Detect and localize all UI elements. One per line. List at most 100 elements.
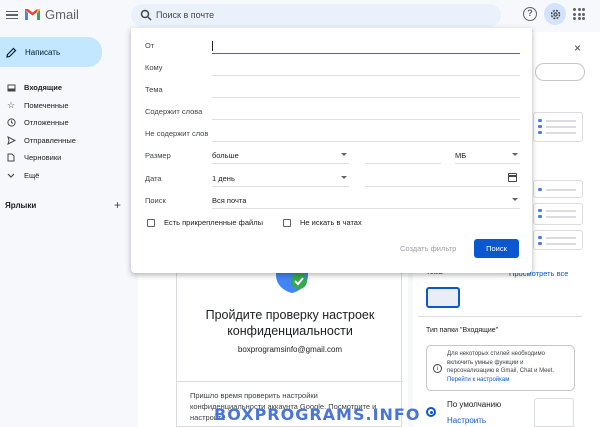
date-range-select[interactable]: 1 день — [212, 171, 349, 187]
subject-input[interactable] — [212, 97, 520, 98]
search-in-select[interactable]: Вся почта — [212, 193, 520, 209]
search-bar[interactable]: Поиск в почте — [131, 4, 501, 27]
size-unit-select[interactable]: МБ — [455, 148, 520, 164]
send-icon — [6, 135, 16, 145]
gmail-logo[interactable]: Gmail — [24, 7, 79, 22]
info-icon: i — [433, 364, 442, 373]
search-placeholder[interactable]: Поиск в почте — [156, 10, 214, 20]
inbox-type-label: Тип папки "Входящие" — [426, 327, 499, 334]
add-label-button[interactable]: + — [114, 198, 121, 212]
close-icon[interactable]: × — [574, 41, 581, 55]
sidebar-item-snoozed[interactable]: Отложенные — [0, 114, 130, 132]
size-value-input[interactable] — [365, 148, 441, 164]
to-input[interactable] — [212, 75, 520, 76]
subject-row: Тема — [145, 82, 520, 98]
inbox-default-label: По умолчанию — [447, 400, 502, 409]
date-input[interactable] — [365, 171, 520, 187]
exclude-chats-option[interactable]: Не искать в чатах — [282, 218, 362, 227]
divider — [418, 316, 582, 317]
watermark: BOXPROGRAMS.INFO — [214, 405, 421, 424]
density-thumbnail-comfortable[interactable] — [533, 180, 583, 198]
size-operator-value: больше — [212, 151, 239, 160]
density-thumbnail-default[interactable] — [533, 112, 583, 142]
has-attachment-label: Есть прикрепленные файлы — [164, 218, 263, 227]
sidebar-item-label: Ещё — [24, 170, 40, 180]
dropdown-arrow-icon — [341, 153, 347, 156]
has-words-row: Содержит слова — [145, 104, 520, 120]
checkbox-row: Есть прикрепленные файлы Не искать в чат… — [147, 218, 376, 227]
configure-link[interactable]: Настроить — [447, 416, 486, 425]
subject-label: Тема — [145, 85, 163, 94]
gmail-m-icon — [25, 9, 40, 20]
from-row: От — [145, 38, 520, 54]
inbox-default-thumbnail[interactable] — [534, 398, 574, 427]
exclude-chats-label: Не искать в чатах — [299, 218, 362, 227]
logo-text: Gmail — [45, 7, 79, 22]
sidebar-item-more[interactable]: Ещё — [0, 167, 130, 185]
size-operator-select[interactable]: больше — [212, 148, 349, 164]
labels-heading: Ярлыки — [5, 200, 37, 210]
dropdown-arrow-icon — [341, 176, 347, 179]
size-unit-value: МБ — [455, 151, 467, 160]
privacy-title-line2: конфиденциальности — [227, 324, 353, 338]
sidebar-item-sent[interactable]: Отправленные — [0, 132, 130, 150]
sidebar-item-inbox[interactable]: Входящие — [0, 79, 130, 97]
sidebar-nav: Входящие ☆ Помеченные Отложенные Отправл… — [0, 79, 130, 184]
sidebar-item-label: Отправленные — [24, 135, 76, 145]
google-apps-icon[interactable] — [573, 8, 585, 20]
search-icon[interactable] — [140, 9, 152, 21]
top-bar: Gmail Поиск в почте ? — [0, 0, 600, 30]
to-row: Кому — [145, 60, 520, 76]
sidebar-item-label: Помеченные — [24, 100, 69, 110]
not-words-input[interactable] — [212, 141, 520, 142]
search-button[interactable]: Поиск — [474, 239, 519, 258]
privacy-title-line1: Пройдите проверку настроек — [205, 308, 375, 322]
advanced-search-panel: От Кому Тема Содержит слова Не содержит … — [131, 28, 532, 273]
date-label: Дата — [145, 174, 162, 183]
sidebar-item-label: Входящие — [24, 83, 63, 93]
dropdown-arrow-icon — [512, 153, 518, 156]
gear-icon — [550, 9, 560, 19]
smart-features-info-box: i Для некоторых стилей необходимо включи… — [426, 345, 575, 391]
divider — [177, 381, 403, 382]
clock-icon — [6, 118, 16, 127]
sidebar-item-drafts[interactable]: Черновики — [0, 149, 130, 167]
has-attachment-checkbox[interactable] — [147, 218, 155, 227]
from-label: От — [145, 41, 155, 50]
calendar-icon[interactable] — [508, 173, 517, 182]
info-text: Для некоторых стилей необходимо включить… — [447, 351, 555, 374]
quick-settings-field[interactable] — [535, 63, 585, 81]
star-icon: ☆ — [6, 99, 16, 110]
inbox-icon — [6, 84, 16, 92]
settings-gear-icon[interactable] — [544, 3, 566, 25]
date-row: Дата 1 день — [145, 171, 520, 187]
create-filter-button[interactable]: Создать фильтр — [400, 244, 456, 253]
privacy-title: Пройдите проверку настроек конфиденциаль… — [177, 307, 403, 339]
exclude-chats-checkbox[interactable] — [282, 218, 291, 227]
from-input[interactable] — [212, 52, 520, 54]
density-thumbnail-4[interactable] — [533, 230, 583, 250]
inbox-default-radio[interactable] — [426, 407, 436, 417]
sidebar-item-starred[interactable]: ☆ Помеченные — [0, 97, 130, 115]
main-menu-button[interactable] — [4, 7, 20, 23]
density-thumbnail-compact[interactable] — [533, 203, 583, 225]
info-text-block: Для некоторых стилей необходимо включить… — [447, 350, 572, 384]
to-label: Кому — [145, 63, 163, 72]
date-range-value: 1 день — [212, 174, 235, 183]
size-label: Размер — [145, 151, 171, 160]
sidebar-item-label: Черновики — [24, 153, 62, 163]
help-icon[interactable]: ? — [523, 7, 537, 21]
has-words-label: Содержит слова — [145, 107, 203, 116]
sidebar-item-label: Отложенные — [24, 118, 69, 128]
compose-button[interactable]: Написать — [0, 37, 102, 67]
has-attachment-option[interactable]: Есть прикрепленные файлы — [147, 218, 263, 227]
search-in-value: Вся почта — [212, 196, 247, 205]
has-words-input[interactable] — [212, 119, 520, 120]
theme-thumbnail[interactable] — [426, 287, 460, 308]
labels-header: Ярлыки + — [5, 198, 121, 212]
not-words-label: Не содержит слов — [145, 129, 209, 138]
go-to-settings-link[interactable]: Перейти к настройкам — [447, 376, 572, 385]
draft-icon — [6, 153, 16, 162]
chevron-down-icon — [6, 173, 16, 178]
text-cursor — [212, 41, 213, 51]
